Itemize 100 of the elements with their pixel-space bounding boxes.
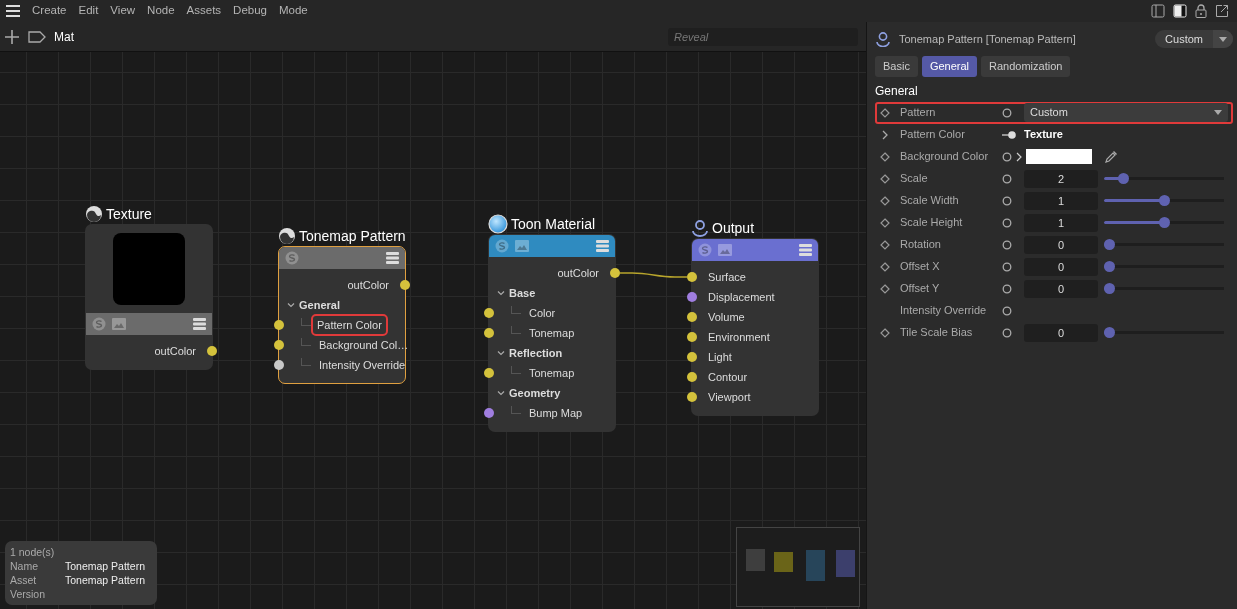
port-socket[interactable] xyxy=(484,408,494,418)
slider-thumb[interactable] xyxy=(1118,173,1130,184)
keyframe-diamond-icon[interactable] xyxy=(880,261,890,272)
port-circle-icon[interactable] xyxy=(1002,327,1012,338)
caret-down-icon xyxy=(1214,110,1222,115)
number-field[interactable]: 1 xyxy=(1024,191,1098,210)
port-label: Tonemap xyxy=(528,365,576,381)
info-key: Asset xyxy=(10,573,65,587)
info-key: Name xyxy=(10,559,65,573)
panel-title: Tonemap Pattern [Tonemap Pattern] xyxy=(899,31,1076,47)
port-socket[interactable] xyxy=(687,372,697,382)
keyframe-diamond-icon[interactable] xyxy=(880,239,890,250)
number-field[interactable]: 0 xyxy=(1024,235,1098,254)
keyframe-diamond-icon[interactable] xyxy=(880,217,890,228)
chevron-right-icon[interactable] xyxy=(1016,151,1022,162)
eyedropper-icon[interactable] xyxy=(1104,149,1118,164)
port-label: Color xyxy=(528,305,557,321)
port-socket[interactable] xyxy=(610,268,620,278)
menu-item[interactable]: View xyxy=(104,2,142,20)
number-field[interactable]: 0 xyxy=(1024,257,1098,276)
number-field[interactable]: 0 xyxy=(1024,279,1098,298)
external-window-icon[interactable] xyxy=(1215,4,1229,18)
number-field[interactable]: 2 xyxy=(1024,169,1098,188)
slider-thumb[interactable] xyxy=(1104,239,1115,250)
port-socket[interactable] xyxy=(687,332,697,342)
slider-thumb[interactable] xyxy=(1104,261,1115,272)
menu-item[interactable]: Assets xyxy=(180,2,228,20)
chevron-right-icon[interactable] xyxy=(880,129,890,140)
caret-down-icon[interactable] xyxy=(497,349,505,357)
tab[interactable]: Randomization xyxy=(981,56,1071,77)
tag-icon[interactable] xyxy=(28,29,46,44)
dropdown-field[interactable]: Custom xyxy=(1024,103,1228,122)
port-circle-icon[interactable] xyxy=(1002,305,1012,316)
tab[interactable]: General xyxy=(921,56,978,77)
port-label: Contour xyxy=(707,369,749,385)
port-socket[interactable] xyxy=(484,308,494,318)
param-label: Pattern Color xyxy=(900,127,966,143)
preset-dropdown[interactable]: Custom xyxy=(1155,30,1233,48)
param-label: Tile Scale Bias xyxy=(900,325,974,341)
caret-down-icon[interactable] xyxy=(497,389,505,397)
port-socket[interactable] xyxy=(687,392,697,402)
menu-item[interactable]: Edit xyxy=(72,2,105,20)
port-circle-icon[interactable] xyxy=(1002,107,1012,118)
caret-down-icon[interactable] xyxy=(497,289,505,297)
number-field[interactable]: 0 xyxy=(1024,323,1098,342)
port-circle-icon[interactable] xyxy=(1002,283,1012,294)
info-value: Tonemap Pattern xyxy=(65,573,145,587)
tab[interactable]: Basic xyxy=(875,56,918,77)
keyframe-diamond-icon[interactable] xyxy=(880,151,890,162)
slider-thumb[interactable] xyxy=(1104,327,1115,338)
search-field[interactable]: Reveal xyxy=(668,27,858,46)
slider-thumb[interactable] xyxy=(1158,195,1170,206)
menu-icon[interactable] xyxy=(6,4,20,18)
minimap-drawing[interactable] xyxy=(736,527,860,607)
split-layout-icon[interactable] xyxy=(1151,4,1165,18)
port-label: Volume xyxy=(707,309,746,325)
port-label: outColor xyxy=(153,343,197,359)
menu-item[interactable]: Debug xyxy=(227,2,273,20)
port-socket[interactable] xyxy=(687,272,697,282)
number-field[interactable]: 1 xyxy=(1024,213,1098,232)
port-socket[interactable] xyxy=(687,312,697,322)
port-socket[interactable] xyxy=(274,340,284,350)
port-circle-icon[interactable] xyxy=(1002,239,1012,250)
keyframe-diamond-icon[interactable] xyxy=(880,195,890,206)
port-circle-icon[interactable] xyxy=(1002,261,1012,272)
menu-item[interactable]: Node xyxy=(141,2,181,20)
port-socket[interactable] xyxy=(484,368,494,378)
port-circle-icon[interactable] xyxy=(1002,151,1012,162)
slider-thumb[interactable] xyxy=(1104,283,1115,294)
port-socket[interactable] xyxy=(207,346,217,356)
group-label[interactable]: General xyxy=(299,296,340,314)
connected-port-icon[interactable] xyxy=(1002,129,1016,140)
port-socket[interactable] xyxy=(484,328,494,338)
port-socket[interactable] xyxy=(400,280,410,290)
param-label: Scale xyxy=(900,171,929,187)
plus-icon[interactable] xyxy=(4,28,20,45)
menu-item[interactable]: Create xyxy=(26,2,73,20)
port-socket[interactable] xyxy=(274,320,284,330)
keyframe-diamond-icon[interactable] xyxy=(880,283,890,294)
port-label: Light xyxy=(707,349,733,365)
keyframe-diamond-icon[interactable] xyxy=(880,107,890,118)
panel-layout-icon[interactable] xyxy=(1173,4,1187,18)
keyframe-diamond-icon[interactable] xyxy=(880,173,890,184)
group-label[interactable]: Reflection xyxy=(509,344,563,362)
breadcrumb-label[interactable]: Mat xyxy=(54,27,74,46)
group-label[interactable]: Geometry xyxy=(509,384,561,402)
keyframe-diamond-icon[interactable] xyxy=(880,327,890,338)
port-circle-icon[interactable] xyxy=(1002,195,1012,206)
port-socket[interactable] xyxy=(274,360,284,370)
slider-thumb[interactable] xyxy=(1158,217,1170,228)
lock-icon[interactable] xyxy=(1195,4,1207,18)
port-socket[interactable] xyxy=(687,292,697,302)
port-circle-icon[interactable] xyxy=(1002,173,1012,184)
group-label[interactable]: Base xyxy=(509,284,536,302)
caret-down-icon[interactable] xyxy=(287,301,295,309)
param-label: Offset Y xyxy=(900,281,941,297)
port-circle-icon[interactable] xyxy=(1002,217,1012,228)
menu-item[interactable]: Mode xyxy=(273,2,314,20)
port-socket[interactable] xyxy=(687,352,697,362)
color-swatch[interactable] xyxy=(1026,149,1092,164)
